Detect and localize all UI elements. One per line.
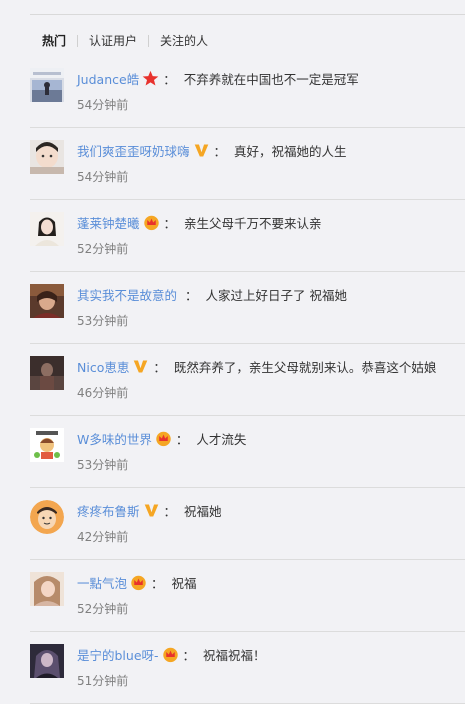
comment-item: 其实我不是故意的 ： 人家过上好日子了 祝福她 53分钟前 [30,272,465,344]
comment-header: 一點气泡 ： 祝福 [77,572,465,592]
tab-verified-users[interactable]: 认证用户 [89,32,137,50]
avatar[interactable] [30,212,64,246]
comment-username[interactable]: 是宁的blue呀- [77,645,159,664]
comment-time: 54分钟前 [77,170,129,184]
red-star-icon [142,70,159,87]
comment-header: 其实我不是故意的 ： 人家过上好日子了 祝福她 [77,284,465,304]
avatar[interactable] [30,572,64,606]
comment-text: 祝福 [171,575,197,591]
top-divider [30,14,465,15]
comment-username[interactable]: W多味的世界 [77,429,152,448]
comment-text: 不弃养就在中国也不一定是冠军 [183,71,359,87]
vip-v-icon [193,142,210,159]
vip-v-icon [132,358,149,375]
comment-time: 53分钟前 [77,458,129,472]
comment-username[interactable]: 其实我不是故意的 [77,285,177,304]
comment-username[interactable]: 蓬莱钟楚曦 [77,213,140,232]
comment-text: 真好，祝福她的人生 [234,143,347,159]
comment-text: 亲生父母千万不要来认亲 [184,215,322,231]
comment-username[interactable]: Nico恵恵 [77,357,129,376]
comment-item: Judance皓 ： 不弃养就在中国也不一定是冠军 54分钟前 [30,56,465,128]
comment-header: W多味的世界 ： 人才流失 [77,428,465,448]
avatar[interactable] [30,428,64,462]
tab-divider [77,35,79,47]
comment-text: 人家过上好日子了 祝福她 [205,287,347,303]
comment-item: 是宁的blue呀- ： 祝福祝福！ 51分钟前 [30,632,465,704]
crown-icon [143,214,160,231]
comment-item: 蓬莱钟楚曦 ： 亲生父母千万不要来认亲 52分钟前 [30,200,465,272]
comment-time: 46分钟前 [77,386,129,400]
avatar[interactable] [30,500,64,534]
comment-header: Nico恵恵 ： 既然弃养了，亲生父母就别来认。恭喜这个姑娘 [77,356,465,376]
comment-header: Judance皓 ： 不弃养就在中国也不一定是冠军 [77,68,465,88]
comment-text: 祝福她 [184,503,222,519]
comment-time: 52分钟前 [77,602,129,616]
comment-item: Nico恵恵 ： 既然弃养了，亲生父母就别来认。恭喜这个姑娘 46分钟前 [30,344,465,416]
vip-v-icon [143,502,160,519]
tab-following[interactable]: 关注的人 [160,32,208,50]
comment-header: 是宁的blue呀- ： 祝福祝福！ [77,644,465,664]
avatar[interactable] [30,140,64,174]
comment-username[interactable]: Judance皓 [77,69,139,88]
comment-text: 祝福祝福！ [203,647,266,663]
comment-header: 疼疼布鲁斯 ： 祝福她 [77,500,465,520]
comment-item: W多味的世界 ： 人才流失 53分钟前 [30,416,465,488]
comment-filter-tabs: 热门 认证用户 关注的人 [42,32,208,50]
crown-icon [130,574,147,591]
comment-text: 既然弃养了，亲生父母就别来认。恭喜这个姑娘 [173,359,437,375]
comment-list: Judance皓 ： 不弃养就在中国也不一定是冠军 54分钟前 我们爽歪歪呀奶球… [30,56,465,704]
comment-time: 54分钟前 [77,98,129,112]
comment-username[interactable]: 疼疼布鲁斯 [77,501,140,520]
comment-item: 一點气泡 ： 祝福 52分钟前 [30,560,465,632]
comment-header: 我们爽歪歪呀奶球嗨 ： 真好，祝福她的人生 [77,140,465,160]
crown-icon [162,646,179,663]
comment-time: 42分钟前 [77,530,129,544]
avatar[interactable] [30,356,64,390]
comment-time: 51分钟前 [77,674,129,688]
comment-item: 我们爽歪歪呀奶球嗨 ： 真好，祝福她的人生 54分钟前 [30,128,465,200]
crown-icon [155,430,172,447]
comment-time: 53分钟前 [77,314,129,328]
avatar[interactable] [30,284,64,318]
comment-username[interactable]: 一點气泡 [77,573,127,592]
comment-text: 人才流失 [196,431,247,447]
avatar[interactable] [30,644,64,678]
tab-divider [148,35,150,47]
avatar[interactable] [30,68,64,102]
comment-time: 52分钟前 [77,242,129,256]
comment-header: 蓬莱钟楚曦 ： 亲生父母千万不要来认亲 [77,212,465,232]
tab-hot[interactable]: 热门 [42,32,66,50]
comment-username[interactable]: 我们爽歪歪呀奶球嗨 [77,141,190,160]
comment-item: 疼疼布鲁斯 ： 祝福她 42分钟前 [30,488,465,560]
